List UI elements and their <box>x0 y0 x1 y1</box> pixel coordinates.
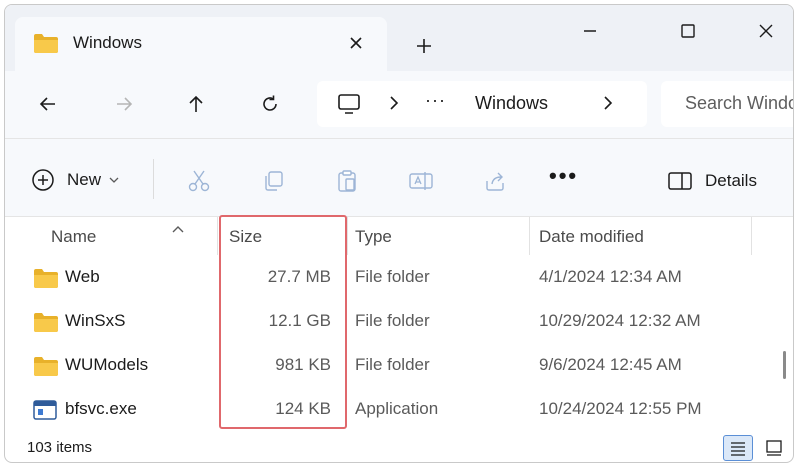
this-pc-icon <box>338 94 360 114</box>
title-bar: Windows <box>5 5 793 71</box>
back-arrow-icon[interactable] <box>31 87 65 121</box>
breadcrumb-windows[interactable]: Windows <box>475 93 548 114</box>
table-row[interactable]: bfsvc.exe 124 KB Application 10/24/2024 … <box>5 389 793 429</box>
column-header-date[interactable]: Date modified <box>539 227 644 251</box>
share-icon[interactable] <box>481 167 509 195</box>
file-name: WUModels <box>65 355 149 374</box>
column-divider[interactable] <box>529 217 530 255</box>
close-tab-icon[interactable] <box>345 32 367 54</box>
application-icon <box>33 400 57 420</box>
paste-icon[interactable] <box>333 167 361 195</box>
vertical-scrollbar[interactable] <box>783 351 786 379</box>
file-type: File folder <box>355 355 430 374</box>
column-divider[interactable] <box>217 217 218 255</box>
item-count: 103 items <box>27 439 93 456</box>
list-view-icon <box>731 442 745 456</box>
close-window-icon[interactable] <box>743 13 789 49</box>
address-bar[interactable]: ··· Windows <box>317 81 647 127</box>
maximize-icon[interactable] <box>665 13 711 49</box>
chevron-down-icon <box>109 176 119 184</box>
column-header-name-label: Name <box>51 227 97 246</box>
table-row[interactable]: WinSxS 12.1 GB File folder 10/29/2024 12… <box>5 301 793 341</box>
column-header-type[interactable]: Type <box>355 227 392 251</box>
file-list: Name Size Type Date modified Web 27.7 MB… <box>5 217 793 429</box>
column-header-type-label: Type <box>355 227 392 246</box>
file-explorer-window: Windows ··· Windows Search Wind New ••• … <box>4 4 794 463</box>
search-input[interactable]: Search Windows <box>685 93 793 114</box>
copy-icon[interactable] <box>259 167 287 195</box>
tab-title: Windows <box>73 33 142 52</box>
column-divider[interactable] <box>347 217 348 255</box>
file-name: WinSxS <box>65 311 126 330</box>
file-date: 10/29/2024 12:32 AM <box>539 311 701 330</box>
size-column-highlight <box>219 215 347 429</box>
details-label: Details <box>705 171 757 190</box>
new-button-label: New <box>67 170 102 189</box>
details-view-button[interactable] <box>723 435 753 461</box>
search-box[interactable]: Search Windows <box>661 81 793 127</box>
column-divider[interactable] <box>751 217 752 255</box>
tiles-view-icon <box>766 440 782 456</box>
new-button[interactable]: New <box>31 167 119 193</box>
folder-icon <box>34 313 58 332</box>
file-type: File folder <box>355 311 430 330</box>
folder-icon <box>34 269 58 288</box>
minimize-icon[interactable] <box>567 13 613 49</box>
tiles-view-button[interactable] <box>761 435 787 461</box>
rename-icon[interactable] <box>407 167 435 195</box>
file-type: Application <box>355 399 439 418</box>
breadcrumb-overflow[interactable]: ··· <box>425 90 446 111</box>
file-date: 9/6/2024 12:45 AM <box>539 355 682 374</box>
file-name: Web <box>65 267 100 286</box>
file-type: File folder <box>355 267 430 286</box>
forward-arrow-icon[interactable] <box>107 87 141 121</box>
file-name: bfsvc.exe <box>65 399 137 418</box>
sort-ascending-icon <box>172 226 184 233</box>
file-date: 4/1/2024 12:34 AM <box>539 267 682 286</box>
column-header-name[interactable]: Name <box>51 226 211 251</box>
folder-icon <box>34 34 58 53</box>
details-pane-icon <box>668 172 692 190</box>
table-row[interactable]: WUModels 981 KB File folder 9/6/2024 12:… <box>5 345 793 385</box>
details-pane-button[interactable]: Details <box>667 171 757 191</box>
up-arrow-icon[interactable] <box>179 87 213 121</box>
new-tab-icon[interactable] <box>409 31 439 61</box>
status-bar: 103 items <box>5 429 793 462</box>
tab-windows[interactable]: Windows <box>15 17 387 71</box>
table-row[interactable]: Web 27.7 MB File folder 4/1/2024 12:34 A… <box>5 257 793 297</box>
more-options-icon[interactable]: ••• <box>549 163 578 189</box>
divider <box>153 159 154 199</box>
column-header-date-label: Date modified <box>539 227 644 246</box>
chevron-right-icon[interactable] <box>387 95 401 111</box>
navigation-bar: ··· Windows Search Windows <box>5 71 793 139</box>
refresh-icon[interactable] <box>253 87 287 121</box>
folder-icon <box>34 357 58 376</box>
command-bar: New ••• Details <box>5 139 793 217</box>
plus-circle-icon <box>32 169 54 191</box>
cut-icon[interactable] <box>185 167 213 195</box>
chevron-right-icon[interactable] <box>601 95 615 111</box>
file-date: 10/24/2024 12:55 PM <box>539 399 702 418</box>
